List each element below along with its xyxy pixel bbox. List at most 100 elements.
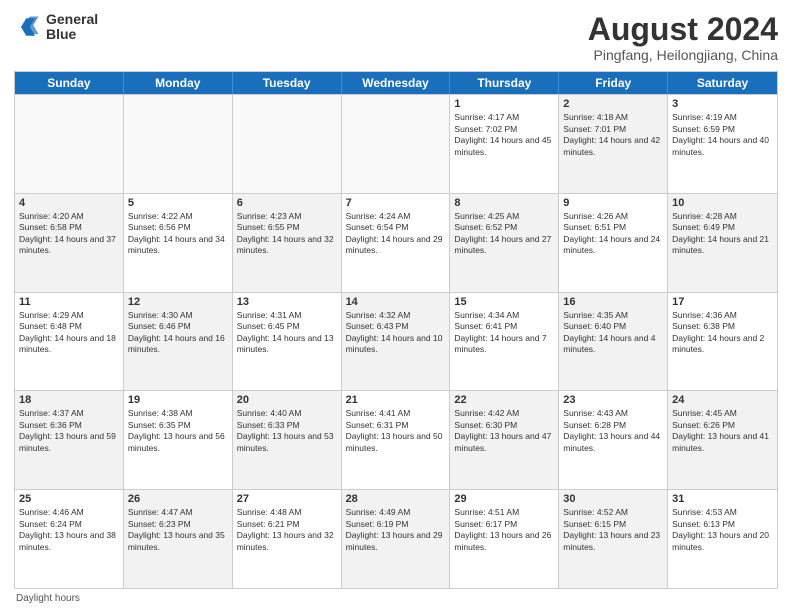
day-info: Sunrise: 4:18 AM Sunset: 7:01 PM Dayligh… bbox=[563, 112, 663, 158]
day-number: 16 bbox=[563, 296, 663, 308]
day-number: 9 bbox=[563, 197, 663, 209]
calendar-cell: 3Sunrise: 4:19 AM Sunset: 6:59 PM Daylig… bbox=[668, 95, 777, 193]
calendar-cell: 5 Sunrise: 4:22 AM Sunset: 6:56 PM Daylig… bbox=[124, 194, 233, 292]
calendar-cell: 8 Sunrise: 4:25 AM Sunset: 6:52 PM Daylig… bbox=[450, 194, 559, 292]
calendar-cell: 27Sunrise: 4:48 AM Sunset: 6:21 PM Dayli… bbox=[233, 490, 342, 588]
day-number: 14 bbox=[346, 296, 446, 308]
day-number: 3 bbox=[672, 98, 773, 110]
calendar-cell: 30 Sunrise: 4:52 AM Sunset: 6:15 PM Dayli… bbox=[559, 490, 668, 588]
calendar-cell: 2Sunrise: 4:18 AM Sunset: 7:01 PM Daylig… bbox=[559, 95, 668, 193]
day-number: 19 bbox=[128, 394, 228, 406]
day-info: Sunrise: 4:46 AM Sunset: 6:24 PM Dayligh… bbox=[19, 507, 119, 553]
calendar-cell: 22 Sunrise: 4:42 AM Sunset: 6:30 PM Dayli… bbox=[450, 391, 559, 489]
logo-icon bbox=[14, 13, 42, 41]
logo-text: General Blue bbox=[46, 12, 98, 43]
calendar-cell: 10 Sunrise: 4:28 AM Sunset: 6:49 PM Dayli… bbox=[668, 194, 777, 292]
day-number: 26 bbox=[128, 493, 228, 505]
day-number: 18 bbox=[19, 394, 119, 406]
calendar-cell: 6Sunrise: 4:23 AM Sunset: 6:55 PM Daylig… bbox=[233, 194, 342, 292]
day-info: Sunrise: 4:38 AM Sunset: 6:35 PM Dayligh… bbox=[128, 408, 228, 454]
calendar-header: SundayMondayTuesdayWednesdayThursdayFrid… bbox=[15, 72, 777, 94]
day-header-sunday: Sunday bbox=[15, 72, 124, 94]
day-number: 23 bbox=[563, 394, 663, 406]
day-info: Sunrise: 4:31 AM Sunset: 6:45 PM Dayligh… bbox=[237, 310, 337, 356]
calendar-cell bbox=[15, 95, 124, 193]
logo-line2: Blue bbox=[46, 27, 98, 42]
day-number: 5 bbox=[128, 197, 228, 209]
calendar-cell: 23Sunrise: 4:43 AM Sunset: 6:28 PM Dayli… bbox=[559, 391, 668, 489]
day-header-saturday: Saturday bbox=[668, 72, 777, 94]
day-info: Sunrise: 4:24 AM Sunset: 6:54 PM Dayligh… bbox=[346, 211, 446, 257]
day-info: Sunrise: 4:41 AM Sunset: 6:31 PM Dayligh… bbox=[346, 408, 446, 454]
day-number: 24 bbox=[672, 394, 773, 406]
day-number: 20 bbox=[237, 394, 337, 406]
day-number: 12 bbox=[128, 296, 228, 308]
day-info: Sunrise: 4:25 AM Sunset: 6:52 PM Dayligh… bbox=[454, 211, 554, 257]
calendar-cell: 18 Sunrise: 4:37 AM Sunset: 6:36 PM Dayli… bbox=[15, 391, 124, 489]
footer-note: Daylight hours bbox=[14, 593, 778, 604]
day-header-thursday: Thursday bbox=[450, 72, 559, 94]
calendar-cell: 11Sunrise: 4:29 AM Sunset: 6:48 PM Dayli… bbox=[15, 293, 124, 391]
calendar-cell bbox=[342, 95, 451, 193]
day-header-monday: Monday bbox=[124, 72, 233, 94]
day-info: Sunrise: 4:35 AM Sunset: 6:40 PM Dayligh… bbox=[563, 310, 663, 356]
day-number: 31 bbox=[672, 493, 773, 505]
day-info: Sunrise: 4:52 AM Sunset: 6:15 PM Dayligh… bbox=[563, 507, 663, 553]
calendar-week-4: 18 Sunrise: 4:37 AM Sunset: 6:36 PM Dayli… bbox=[15, 390, 777, 489]
calendar: SundayMondayTuesdayWednesdayThursdayFrid… bbox=[14, 71, 778, 589]
calendar-cell: 29Sunrise: 4:51 AM Sunset: 6:17 PM Dayli… bbox=[450, 490, 559, 588]
subtitle: Pingfang, Heilongjiang, China bbox=[588, 47, 778, 63]
calendar-cell: 12 Sunrise: 4:30 AM Sunset: 6:46 PM Dayli… bbox=[124, 293, 233, 391]
day-info: Sunrise: 4:22 AM Sunset: 6:56 PM Dayligh… bbox=[128, 211, 228, 257]
day-number: 22 bbox=[454, 394, 554, 406]
day-header-wednesday: Wednesday bbox=[342, 72, 451, 94]
calendar-cell: 15Sunrise: 4:34 AM Sunset: 6:41 PM Dayli… bbox=[450, 293, 559, 391]
day-number: 4 bbox=[19, 197, 119, 209]
day-number: 7 bbox=[346, 197, 446, 209]
day-info: Sunrise: 4:40 AM Sunset: 6:33 PM Dayligh… bbox=[237, 408, 337, 454]
day-info: Sunrise: 4:47 AM Sunset: 6:23 PM Dayligh… bbox=[128, 507, 228, 553]
day-info: Sunrise: 4:53 AM Sunset: 6:13 PM Dayligh… bbox=[672, 507, 773, 553]
day-info: Sunrise: 4:20 AM Sunset: 6:58 PM Dayligh… bbox=[19, 211, 119, 257]
day-number: 28 bbox=[346, 493, 446, 505]
calendar-cell: 31 Sunrise: 4:53 AM Sunset: 6:13 PM Dayli… bbox=[668, 490, 777, 588]
page: General Blue August 2024 Pingfang, Heilo… bbox=[0, 0, 792, 612]
calendar-cell: 7 Sunrise: 4:24 AM Sunset: 6:54 PM Daylig… bbox=[342, 194, 451, 292]
day-number: 1 bbox=[454, 98, 554, 110]
calendar-body: 1 Sunrise: 4:17 AM Sunset: 7:02 PM Daylig… bbox=[15, 94, 777, 588]
day-number: 8 bbox=[454, 197, 554, 209]
calendar-cell: 16 Sunrise: 4:35 AM Sunset: 6:40 PM Dayli… bbox=[559, 293, 668, 391]
day-number: 15 bbox=[454, 296, 554, 308]
calendar-cell: 4 Sunrise: 4:20 AM Sunset: 6:58 PM Daylig… bbox=[15, 194, 124, 292]
day-info: Sunrise: 4:32 AM Sunset: 6:43 PM Dayligh… bbox=[346, 310, 446, 356]
calendar-week-5: 25Sunrise: 4:46 AM Sunset: 6:24 PM Dayli… bbox=[15, 489, 777, 588]
title-block: August 2024 Pingfang, Heilongjiang, Chin… bbox=[588, 12, 778, 63]
day-info: Sunrise: 4:51 AM Sunset: 6:17 PM Dayligh… bbox=[454, 507, 554, 553]
day-info: Sunrise: 4:36 AM Sunset: 6:38 PM Dayligh… bbox=[672, 310, 773, 356]
day-number: 10 bbox=[672, 197, 773, 209]
day-info: Sunrise: 4:45 AM Sunset: 6:26 PM Dayligh… bbox=[672, 408, 773, 454]
calendar-cell: 20 Sunrise: 4:40 AM Sunset: 6:33 PM Dayli… bbox=[233, 391, 342, 489]
logo: General Blue bbox=[14, 12, 98, 43]
calendar-cell: 26 Sunrise: 4:47 AM Sunset: 6:23 PM Dayli… bbox=[124, 490, 233, 588]
day-number: 21 bbox=[346, 394, 446, 406]
calendar-week-1: 1 Sunrise: 4:17 AM Sunset: 7:02 PM Daylig… bbox=[15, 94, 777, 193]
day-header-tuesday: Tuesday bbox=[233, 72, 342, 94]
calendar-cell: 9Sunrise: 4:26 AM Sunset: 6:51 PM Daylig… bbox=[559, 194, 668, 292]
day-number: 30 bbox=[563, 493, 663, 505]
calendar-cell bbox=[233, 95, 342, 193]
day-info: Sunrise: 4:28 AM Sunset: 6:49 PM Dayligh… bbox=[672, 211, 773, 257]
day-info: Sunrise: 4:42 AM Sunset: 6:30 PM Dayligh… bbox=[454, 408, 554, 454]
day-info: Sunrise: 4:30 AM Sunset: 6:46 PM Dayligh… bbox=[128, 310, 228, 356]
day-header-friday: Friday bbox=[559, 72, 668, 94]
day-info: Sunrise: 4:17 AM Sunset: 7:02 PM Dayligh… bbox=[454, 112, 554, 158]
calendar-cell: 19 Sunrise: 4:38 AM Sunset: 6:35 PM Dayli… bbox=[124, 391, 233, 489]
day-info: Sunrise: 4:49 AM Sunset: 6:19 PM Dayligh… bbox=[346, 507, 446, 553]
day-info: Sunrise: 4:37 AM Sunset: 6:36 PM Dayligh… bbox=[19, 408, 119, 454]
calendar-cell: 13Sunrise: 4:31 AM Sunset: 6:45 PM Dayli… bbox=[233, 293, 342, 391]
day-number: 11 bbox=[19, 296, 119, 308]
calendar-week-2: 4 Sunrise: 4:20 AM Sunset: 6:58 PM Daylig… bbox=[15, 193, 777, 292]
header: General Blue August 2024 Pingfang, Heilo… bbox=[14, 12, 778, 63]
calendar-cell: 1 Sunrise: 4:17 AM Sunset: 7:02 PM Daylig… bbox=[450, 95, 559, 193]
calendar-cell bbox=[124, 95, 233, 193]
